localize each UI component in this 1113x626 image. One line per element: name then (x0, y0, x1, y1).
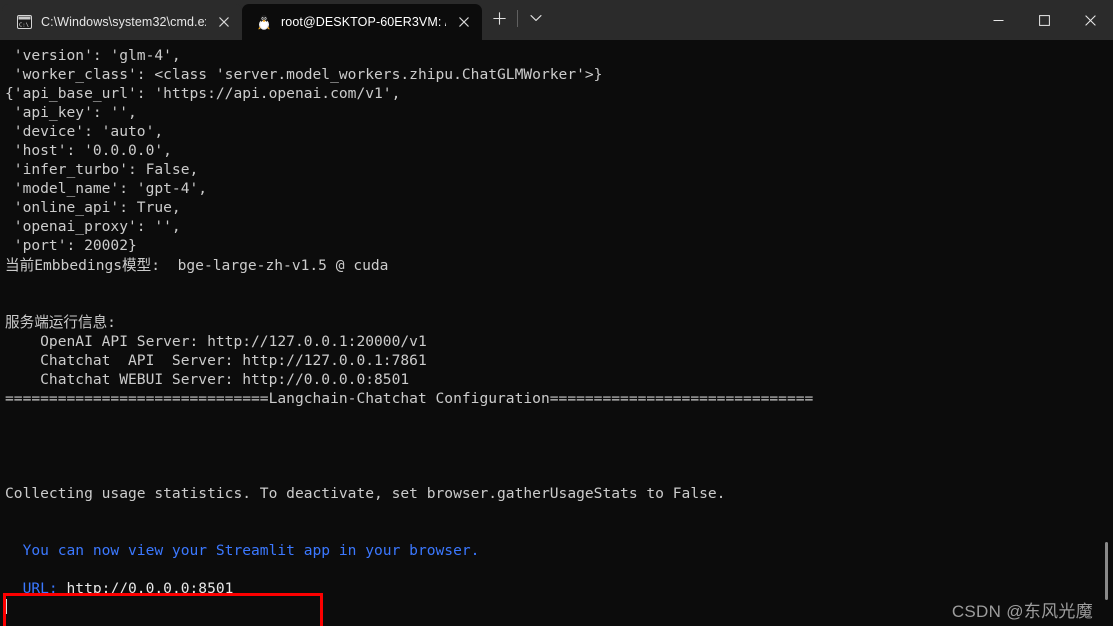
close-icon[interactable] (215, 13, 233, 31)
url-value[interactable]: http://0.0.0.0:8501 (67, 580, 234, 597)
scrollbar[interactable] (1101, 40, 1111, 626)
terminal-line: {'api_base_url': 'https://api.openai.com… (5, 85, 401, 103)
terminal-line: Chatchat WEBUI Server: http://0.0.0.0:85… (5, 370, 410, 388)
terminal-line: 'infer_turbo': False, (5, 161, 199, 179)
terminal-line: 'openai_proxy': '', (5, 218, 181, 236)
maximize-button[interactable] (1021, 0, 1067, 40)
close-icon[interactable] (455, 13, 473, 31)
svg-text:C:\: C:\ (19, 23, 29, 29)
minimize-button[interactable] (975, 0, 1021, 40)
terminal-line: You can now view your Streamlit app in y… (5, 542, 480, 560)
terminal-line: 'online_api': True, (5, 199, 181, 217)
terminal-line: 'port': 20002} (5, 237, 137, 255)
scrollbar-thumb[interactable] (1105, 542, 1108, 600)
terminal-line: 'model_name': 'gpt-4', (5, 180, 208, 198)
terminal-line: 'device': 'auto', (5, 123, 164, 141)
tab-linux-ssh[interactable]: root@DESKTOP-60ER3VM: /h (242, 4, 482, 40)
cmd-console-icon: C:\ (16, 14, 32, 30)
terminal-line: Collecting usage statistics. To deactiva… (5, 485, 726, 503)
terminal-output-area[interactable]: 'version': 'glm-4', 'worker_class': <cla… (0, 40, 1113, 626)
url-label: URL: (5, 580, 67, 598)
title-bar: C:\ C:\Windows\system32\cmd.ex root@DESK… (0, 0, 1113, 40)
terminal-line: 'worker_class': <class 'server.model_wor… (5, 66, 603, 84)
new-tab-button[interactable] (482, 2, 516, 34)
watermark: CSDN @东风光魔 (951, 602, 1093, 621)
terminal-line: 'host': '0.0.0.0', (5, 142, 172, 160)
terminal-line (5, 598, 813, 617)
terminal-line: 当前Embbedings模型: bge-large-zh-v1.5 @ cuda (5, 256, 389, 274)
chevron-down-icon[interactable] (519, 2, 553, 34)
terminal-line: Chatchat API Server: http://127.0.0.1:78… (5, 351, 427, 369)
close-button[interactable] (1067, 0, 1113, 40)
terminal-text: 'version': 'glm-4', 'worker_class': <cla… (0, 40, 813, 617)
tab-actions-divider (517, 9, 518, 27)
tab-actions (482, 0, 553, 40)
terminal-line: 服务端运行信息: (5, 313, 116, 331)
tab-strip: C:\ C:\Windows\system32\cmd.ex root@DESK… (0, 0, 553, 40)
text-cursor (5, 599, 7, 615)
terminal-line: ==============================Langchain-… (5, 389, 814, 407)
terminal-window: C:\ C:\Windows\system32\cmd.ex root@DESK… (0, 0, 1113, 626)
terminal-line: OpenAI API Server: http://127.0.0.1:2000… (5, 332, 427, 350)
tab-title: C:\Windows\system32\cmd.ex (41, 15, 206, 29)
tab-title: root@DESKTOP-60ER3VM: /h (281, 15, 446, 29)
tab-cmd[interactable]: C:\ C:\Windows\system32\cmd.ex (2, 4, 242, 40)
linux-penguin-icon (256, 14, 272, 30)
terminal-line: 'version': 'glm-4', (5, 47, 181, 64)
terminal-line: 'api_key': '', (5, 104, 137, 122)
terminal-line: URL: http://0.0.0.0:8501 (5, 579, 813, 598)
window-controls (975, 0, 1113, 40)
